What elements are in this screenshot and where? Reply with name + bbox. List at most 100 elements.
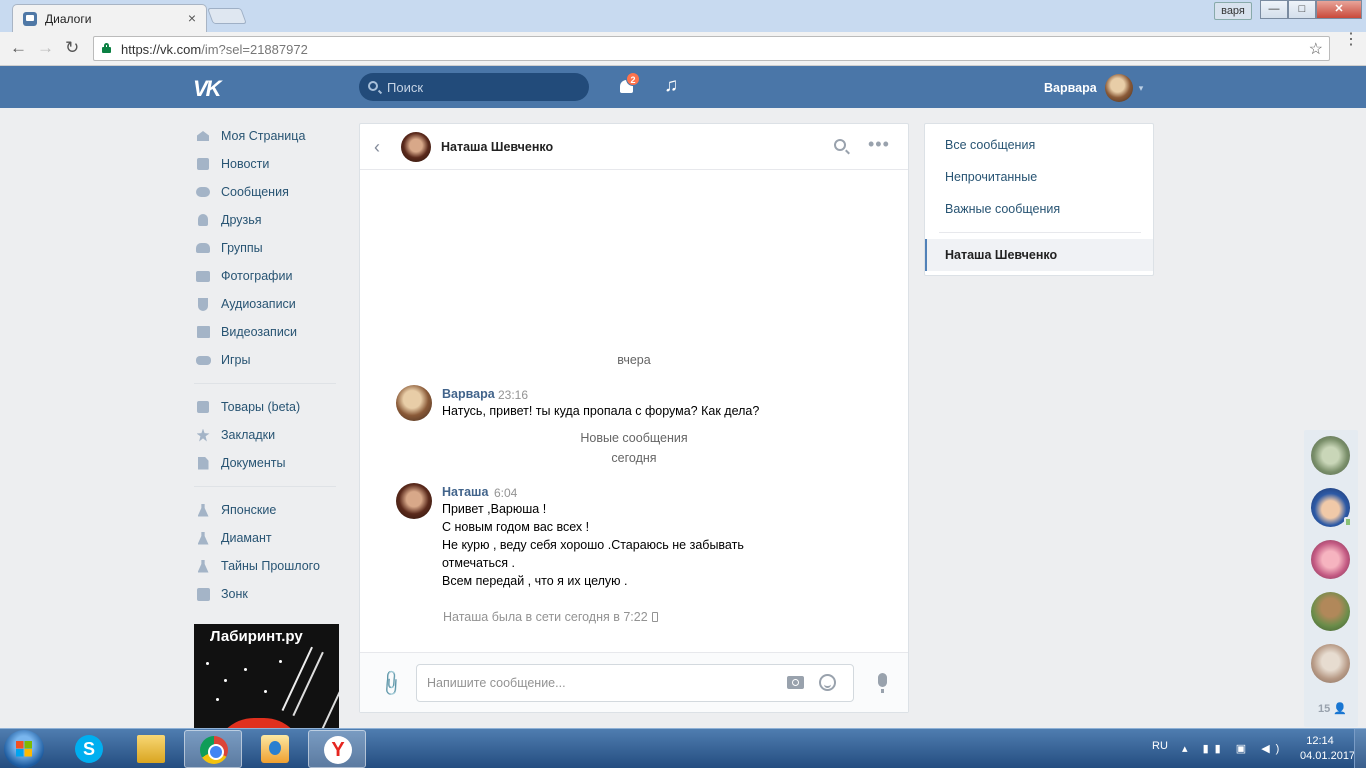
sidebar-item[interactable]: Тайны Прошлого bbox=[190, 552, 340, 580]
sidebar-item[interactable]: Зонк bbox=[190, 580, 340, 608]
left-menu: Моя Страница Новости Сообщения Друзья Группы… bbox=[190, 122, 340, 608]
start-button[interactable] bbox=[4, 730, 44, 768]
notifications-button[interactable]: 2 bbox=[618, 72, 640, 96]
avatar bbox=[1104, 74, 1133, 102]
maximize-button[interactable]: □ bbox=[1288, 0, 1316, 19]
taskbar-chrome[interactable] bbox=[184, 730, 242, 768]
sidebar-item[interactable]: Сообщения bbox=[190, 178, 340, 206]
browser-tab-active[interactable]: Диалоги × bbox=[12, 4, 207, 32]
sidebar-item[interactable]: Группы bbox=[190, 234, 340, 262]
sidebar-item[interactable]: Игры bbox=[190, 346, 340, 374]
app-icon bbox=[194, 587, 212, 601]
search-box[interactable] bbox=[359, 73, 589, 101]
sidebar-item[interactable]: Друзья bbox=[190, 206, 340, 234]
sidebar-item[interactable]: Аудиозаписи bbox=[190, 290, 340, 318]
smile-icon[interactable] bbox=[819, 674, 836, 691]
online-status: Наташа была в сети сегодня в 7:22 bbox=[443, 610, 658, 624]
camera-icon[interactable] bbox=[787, 676, 804, 689]
friends-icon bbox=[194, 213, 212, 227]
search-icon[interactable] bbox=[834, 139, 846, 151]
sidebar-item-label: Фотографии bbox=[221, 269, 293, 283]
avatar[interactable] bbox=[1311, 592, 1350, 631]
sidebar-item[interactable]: Документы bbox=[190, 449, 340, 477]
more-options-icon[interactable]: ••• bbox=[868, 134, 890, 155]
back-chevron-icon[interactable]: ‹ bbox=[374, 137, 380, 158]
address-bar[interactable]: https://vk.com/im?sel=21887972 ☆ bbox=[93, 36, 1330, 61]
message-field[interactable] bbox=[416, 664, 854, 702]
message-time[interactable]: 23:16 bbox=[498, 388, 528, 402]
vk-logo[interactable]: VK bbox=[193, 76, 222, 102]
sidebar-item[interactable]: Моя Страница bbox=[190, 122, 340, 150]
chat-header: ‹ Наташа Шевченко ••• bbox=[360, 124, 908, 170]
forward-arrow-icon[interactable]: → bbox=[37, 38, 54, 58]
tab-title: Диалоги bbox=[45, 12, 92, 26]
message-text: Привет ,Варюша ! bbox=[442, 502, 547, 516]
message-composer: 📎 bbox=[360, 652, 908, 712]
sidebar-item-label: Закладки bbox=[221, 428, 276, 442]
contact-name[interactable]: Наташа Шевченко bbox=[441, 140, 553, 154]
music-note-icon[interactable]: ♫ bbox=[664, 75, 678, 97]
filter-important[interactable]: Важные сообщения bbox=[945, 202, 1060, 216]
search-input[interactable] bbox=[387, 78, 577, 96]
messages-icon bbox=[194, 185, 212, 199]
bookmark-star-icon[interactable]: ☆ bbox=[1309, 39, 1323, 59]
url-text[interactable]: https://vk.com/im?sel=21887972 bbox=[121, 42, 308, 57]
taskbar-explorer[interactable] bbox=[122, 730, 180, 768]
browser-menu-icon[interactable]: ⋮ bbox=[1343, 32, 1359, 48]
bag-icon bbox=[194, 400, 212, 414]
tray-icons[interactable]: ▴ ▮▮ ▣ ◀) bbox=[1182, 742, 1285, 755]
filter-unread[interactable]: Непрочитанные bbox=[945, 170, 1037, 184]
avatar[interactable] bbox=[1311, 436, 1350, 475]
avatar[interactable] bbox=[1311, 644, 1350, 683]
show-desktop-button[interactable] bbox=[1354, 729, 1366, 768]
avatar[interactable] bbox=[396, 483, 432, 519]
message-text: Не курю , веду себя хорошо .Стараюсь не … bbox=[442, 538, 744, 552]
browser-toolbar: ← → ↻ https://vk.com/im?sel=21887972 ☆ ⋮ bbox=[0, 32, 1366, 66]
back-arrow-icon[interactable]: ← bbox=[10, 38, 27, 58]
flask-icon bbox=[194, 503, 212, 517]
sidebar-item[interactable]: Видеозаписи bbox=[190, 318, 340, 346]
filter-all-messages[interactable]: Все сообщения bbox=[945, 138, 1035, 152]
active-dialog-item[interactable]: Наташа Шевченко bbox=[925, 239, 1153, 271]
avatar[interactable] bbox=[1311, 540, 1350, 579]
vk-header: VK 2 ♫ Варвара ▾ bbox=[0, 66, 1366, 108]
taskbar-skype[interactable]: S bbox=[60, 730, 118, 768]
clock[interactable]: 12:14 04.01.2017 bbox=[1300, 734, 1355, 764]
user-menu[interactable]: Варвара ▾ bbox=[1044, 74, 1143, 102]
window-user-badge[interactable]: варя bbox=[1214, 2, 1252, 20]
sidebar-item[interactable]: Товары (beta) bbox=[190, 393, 340, 421]
sidebar-item[interactable]: Закладки bbox=[190, 421, 340, 449]
online-friends-count[interactable]: 15 👤 bbox=[1318, 702, 1347, 715]
document-icon bbox=[194, 456, 212, 470]
online-indicator bbox=[1344, 517, 1352, 527]
sidebar-item-label: Товары (beta) bbox=[221, 400, 301, 414]
message-time[interactable]: 6:04 bbox=[494, 486, 517, 500]
taskbar-yandex[interactable]: Y bbox=[308, 730, 366, 768]
tab-close-icon[interactable]: × bbox=[188, 10, 196, 26]
message-author[interactable]: Варвара bbox=[442, 387, 495, 401]
contact-avatar[interactable] bbox=[401, 132, 431, 162]
message-author[interactable]: Наташа bbox=[442, 485, 488, 499]
language-indicator[interactable]: RU bbox=[1152, 740, 1168, 752]
chat-bar: 15 👤 bbox=[1304, 430, 1358, 727]
star-icon bbox=[194, 428, 212, 442]
notifications-badge: 2 bbox=[626, 72, 640, 86]
reload-icon[interactable]: ↻ bbox=[65, 38, 79, 58]
sidebar-item[interactable]: Японские bbox=[190, 496, 340, 524]
sidebar-item[interactable]: Диамант bbox=[190, 524, 340, 552]
microphone-icon[interactable] bbox=[878, 673, 887, 693]
avatar[interactable] bbox=[396, 385, 432, 421]
menu-divider bbox=[194, 486, 336, 487]
sidebar-item[interactable]: Новости bbox=[190, 150, 340, 178]
new-tab-button[interactable] bbox=[207, 8, 247, 24]
minimize-button[interactable]: — bbox=[1260, 0, 1288, 19]
message-input[interactable] bbox=[427, 674, 777, 692]
taskbar-media-player[interactable] bbox=[246, 730, 304, 768]
labirint-ad-banner[interactable]: Лабиринт.ру bbox=[194, 624, 339, 728]
message-text: С новым годом вас всех ! bbox=[442, 520, 590, 534]
sidebar-item-label: Зонк bbox=[221, 587, 248, 601]
sidebar-item[interactable]: Фотографии bbox=[190, 262, 340, 290]
message-text: Всем передай , что я их целую . bbox=[442, 574, 628, 588]
paperclip-icon[interactable]: 📎 bbox=[376, 668, 407, 699]
close-window-button[interactable]: ✕ bbox=[1316, 0, 1362, 19]
